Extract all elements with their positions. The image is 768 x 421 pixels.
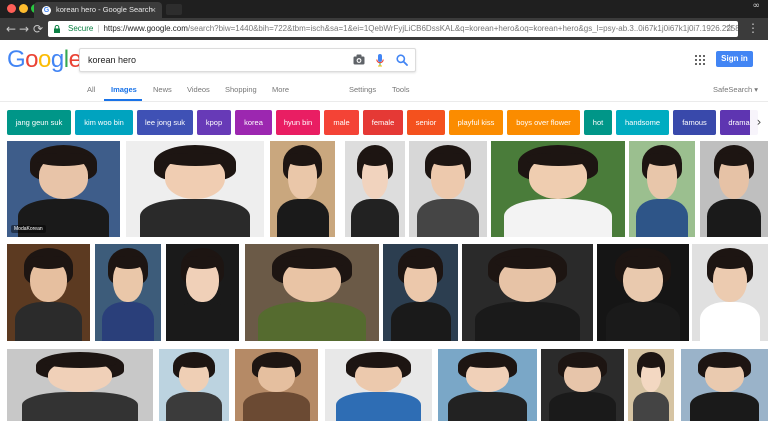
sign-in-button[interactable]: Sign in xyxy=(716,51,753,67)
image-result[interactable] xyxy=(345,141,405,237)
profile-icon[interactable]: ∞ xyxy=(753,1,761,11)
chip-boys-over-flower[interactable]: boys over flower xyxy=(507,110,580,135)
bookmark-star-icon[interactable]: ☆ xyxy=(725,21,734,37)
chips-next-arrow-icon[interactable]: › xyxy=(750,110,768,135)
image-result[interactable] xyxy=(325,349,432,421)
chip-playful-kiss[interactable]: playful kiss xyxy=(449,110,503,135)
forward-icon[interactable]: → xyxy=(19,21,29,37)
camera-search-icon[interactable] xyxy=(353,54,365,65)
search-icon[interactable] xyxy=(396,54,408,66)
chip-senior[interactable]: senior xyxy=(407,110,445,135)
chip-kpop[interactable]: kpop xyxy=(197,110,231,135)
chip-lee-jong-suk[interactable]: lee jong suk xyxy=(137,110,193,135)
browser-tab[interactable]: G korean hero - Google Search × xyxy=(34,2,162,18)
image-result[interactable] xyxy=(95,244,161,341)
logo-letter: o xyxy=(25,46,39,73)
logo-letter: g xyxy=(50,46,64,73)
chip-korea[interactable]: korea xyxy=(235,110,272,135)
tab-news[interactable]: News xyxy=(153,85,172,94)
tab-images[interactable]: Images xyxy=(111,85,137,94)
logo-letter: G xyxy=(7,46,26,73)
image-result[interactable] xyxy=(438,349,537,421)
image-result[interactable] xyxy=(629,141,695,237)
image-result[interactable] xyxy=(7,349,153,421)
secure-label: Secure xyxy=(68,24,94,33)
image-result[interactable] xyxy=(541,349,624,421)
logo-letter: o xyxy=(38,46,51,73)
image-result[interactable] xyxy=(409,141,487,237)
chip-handsome[interactable]: handsome xyxy=(616,110,669,135)
image-result[interactable] xyxy=(159,349,229,421)
tab-videos[interactable]: Videos xyxy=(187,85,210,94)
image-result[interactable] xyxy=(491,141,625,237)
tab-all[interactable]: All xyxy=(87,85,95,94)
safesearch-menu[interactable]: SafeSearch ▾ xyxy=(713,85,758,94)
tab-tools[interactable]: Tools xyxy=(392,85,410,94)
google-logo[interactable]: Google xyxy=(7,46,82,74)
image-result[interactable] xyxy=(235,349,318,421)
image-watermark: ModaKorean xyxy=(11,225,46,233)
chip-male[interactable]: male xyxy=(324,110,359,135)
image-result[interactable] xyxy=(245,244,379,341)
tab-shopping[interactable]: Shopping xyxy=(225,85,257,94)
chip-hot[interactable]: hot xyxy=(584,110,612,135)
url-host: https://www.google.com xyxy=(103,24,188,33)
image-result[interactable] xyxy=(692,244,768,341)
image-result[interactable] xyxy=(628,349,674,421)
url-input[interactable]: Secure | https://www.google.com/search?biw… xyxy=(48,21,738,37)
tab-more[interactable]: More xyxy=(272,85,289,94)
google-favicon-icon: G xyxy=(42,6,51,15)
new-tab-button[interactable] xyxy=(166,4,182,15)
image-result[interactable]: ModaKorean xyxy=(7,141,120,237)
tab-title: korean hero - Google Search xyxy=(56,5,153,14)
chip-jang-geun-suk[interactable]: jang geun suk xyxy=(7,110,71,135)
browser-tab-bar: G korean hero - Google Search × ∞ xyxy=(0,0,768,18)
url-path: /search?biw=1440&bih=722&tbm=isch&sa=1&e… xyxy=(187,24,738,33)
back-icon[interactable]: ← xyxy=(6,21,16,37)
chip-kim-woo-bin[interactable]: kim woo bin xyxy=(75,110,133,135)
tab-close-icon[interactable]: × xyxy=(151,2,156,18)
image-result[interactable] xyxy=(681,349,768,421)
image-result[interactable] xyxy=(166,244,239,341)
lock-icon xyxy=(54,25,60,33)
minimize-window-button[interactable] xyxy=(19,4,28,13)
chip-female[interactable]: female xyxy=(363,110,403,135)
browser-menu-icon[interactable]: ⋮ xyxy=(747,21,759,35)
close-window-button[interactable] xyxy=(7,4,16,13)
google-apps-icon[interactable] xyxy=(695,55,705,65)
image-result[interactable] xyxy=(383,244,458,341)
microphone-icon[interactable] xyxy=(376,54,384,67)
tab-settings[interactable]: Settings xyxy=(349,85,376,94)
image-result[interactable] xyxy=(126,141,264,237)
reload-icon[interactable]: ⟳ xyxy=(33,21,43,37)
address-bar: ← → ⟳ Secure | https://www.google.com/sear… xyxy=(0,18,768,40)
chip-hyun-bin[interactable]: hyun bin xyxy=(276,110,320,135)
image-result[interactable] xyxy=(7,244,90,341)
search-input[interactable]: korean hero xyxy=(88,49,136,71)
image-result[interactable] xyxy=(462,244,593,341)
image-result[interactable] xyxy=(597,244,689,341)
image-result[interactable] xyxy=(270,141,335,237)
image-result[interactable] xyxy=(700,141,768,237)
search-box[interactable]: korean hero xyxy=(79,48,416,72)
active-tab-indicator xyxy=(104,99,142,101)
chip-famous[interactable]: famous xyxy=(673,110,716,135)
